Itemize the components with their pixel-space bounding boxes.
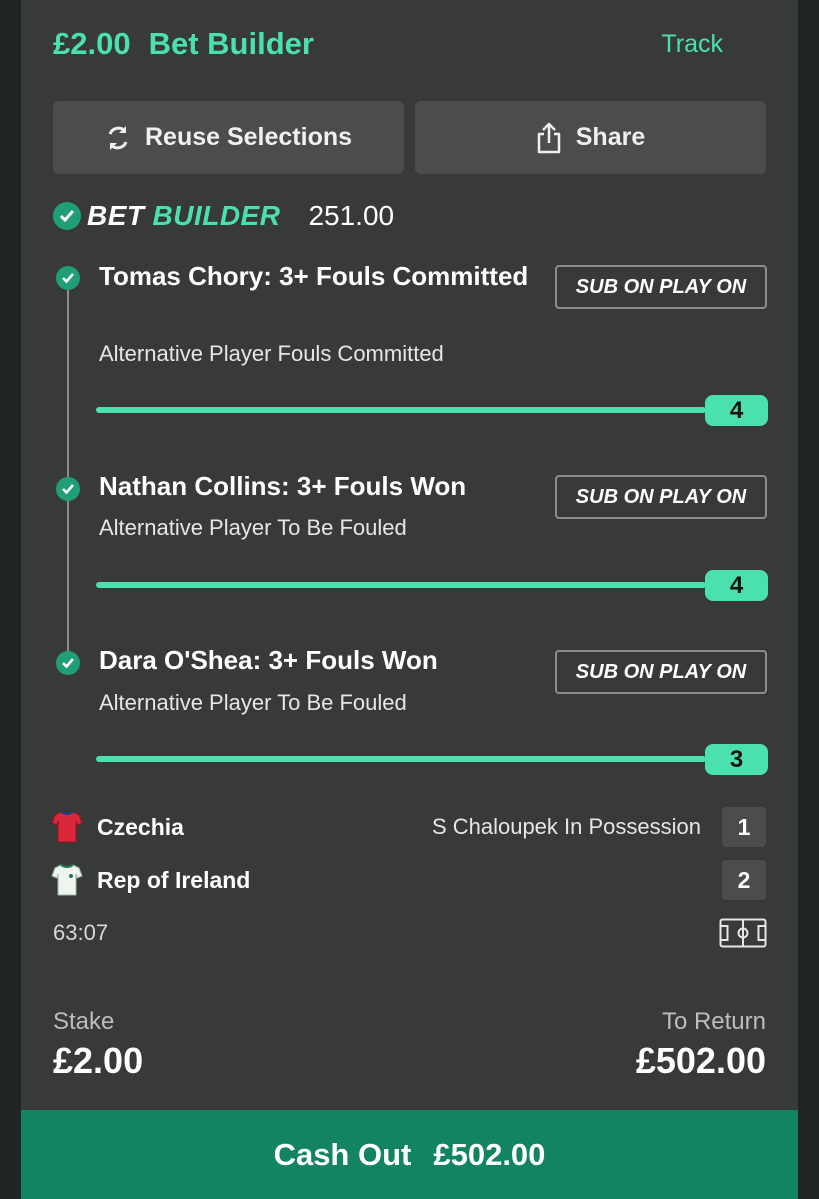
home-team-name: Czechia bbox=[97, 813, 184, 840]
leg-1-subtitle: Alternative Player Fouls Committed bbox=[99, 341, 444, 366]
away-score: 2 bbox=[722, 860, 766, 900]
leg-3-progress-bar bbox=[96, 756, 706, 762]
share-label: Share bbox=[575, 123, 646, 151]
reuse-selections-label: Reuse Selections bbox=[144, 123, 353, 151]
refresh-icon bbox=[108, 125, 128, 150]
header-stake: £2.00 bbox=[53, 26, 131, 61]
check-circle-icon bbox=[53, 202, 81, 230]
ireland-shirt-icon bbox=[51, 864, 83, 896]
leg-1-title: Tomas Chory: 3+ Fouls Committed bbox=[99, 261, 529, 291]
leg-2-title: Nathan Collins: 3+ Fouls Won bbox=[99, 471, 467, 501]
czechia-shirt-icon bbox=[51, 811, 83, 843]
pitch-icon[interactable] bbox=[719, 918, 767, 948]
share-icon bbox=[537, 122, 560, 153]
leg-3-progress-value: 3 bbox=[705, 744, 768, 775]
away-team-row: Rep of Ireland bbox=[51, 860, 250, 900]
leg-1-progress-bar bbox=[96, 407, 706, 413]
cash-out-amount: £502.00 bbox=[433, 1136, 546, 1172]
bet-builder-heading: BET BUILDER 251.00 bbox=[53, 196, 394, 236]
to-return-value: £502.00 bbox=[635, 1040, 766, 1081]
cash-out-button[interactable]: Cash Out £502.00 bbox=[21, 1110, 798, 1199]
bet-builder-word-bet: BET bbox=[87, 200, 145, 231]
leg-2-progress-bar bbox=[96, 582, 706, 588]
bet-builder-odds: 251.00 bbox=[308, 200, 395, 231]
bet-card: £2.00 Bet Builder Track Reuse Selections … bbox=[21, 0, 798, 1199]
leg-1-check-icon bbox=[56, 266, 80, 290]
stake-value: £2.00 bbox=[53, 1040, 144, 1081]
leg-1-sub-on-play-on-badge: SUB ON PLAY ON bbox=[555, 265, 767, 309]
page: £2.00 Bet Builder Track Reuse Selections … bbox=[0, 0, 819, 1199]
reuse-selections-button[interactable]: Reuse Selections bbox=[53, 101, 404, 174]
bet-header-title: £2.00 Bet Builder bbox=[53, 26, 314, 62]
leg-2-sub-on-play-on-badge: SUB ON PLAY ON bbox=[555, 475, 767, 519]
home-score: 1 bbox=[722, 807, 766, 847]
home-team-row: Czechia bbox=[51, 807, 184, 847]
header-bet-type: Bet Builder bbox=[148, 26, 314, 61]
cash-out-label: Cash Out bbox=[273, 1136, 412, 1172]
leg-3-sub-on-play-on-badge: SUB ON PLAY ON bbox=[555, 650, 767, 694]
possession-status: S Chaloupek In Possession bbox=[431, 814, 701, 839]
leg-3-subtitle: Alternative Player To Be Fouled bbox=[99, 690, 407, 715]
leg-1-progress-value: 4 bbox=[705, 395, 768, 426]
stake-label: Stake bbox=[53, 1008, 115, 1035]
bet-builder-logo: BET BUILDER bbox=[87, 200, 280, 232]
to-return-label: To Return bbox=[661, 1008, 766, 1035]
leg-2-subtitle: Alternative Player To Be Fouled bbox=[99, 515, 407, 540]
leg-2-progress-value: 4 bbox=[705, 570, 768, 601]
share-button[interactable]: Share bbox=[415, 101, 766, 174]
legs-timeline bbox=[67, 278, 69, 662]
bet-builder-word-builder: BUILDER bbox=[152, 200, 281, 231]
away-team-name: Rep of Ireland bbox=[97, 866, 251, 893]
leg-2-check-icon bbox=[56, 477, 80, 501]
track-link[interactable]: Track bbox=[661, 30, 723, 59]
match-clock: 63:07 bbox=[53, 920, 109, 945]
leg-3-title: Dara O'Shea: 3+ Fouls Won bbox=[99, 645, 438, 675]
leg-3-check-icon bbox=[56, 651, 80, 675]
